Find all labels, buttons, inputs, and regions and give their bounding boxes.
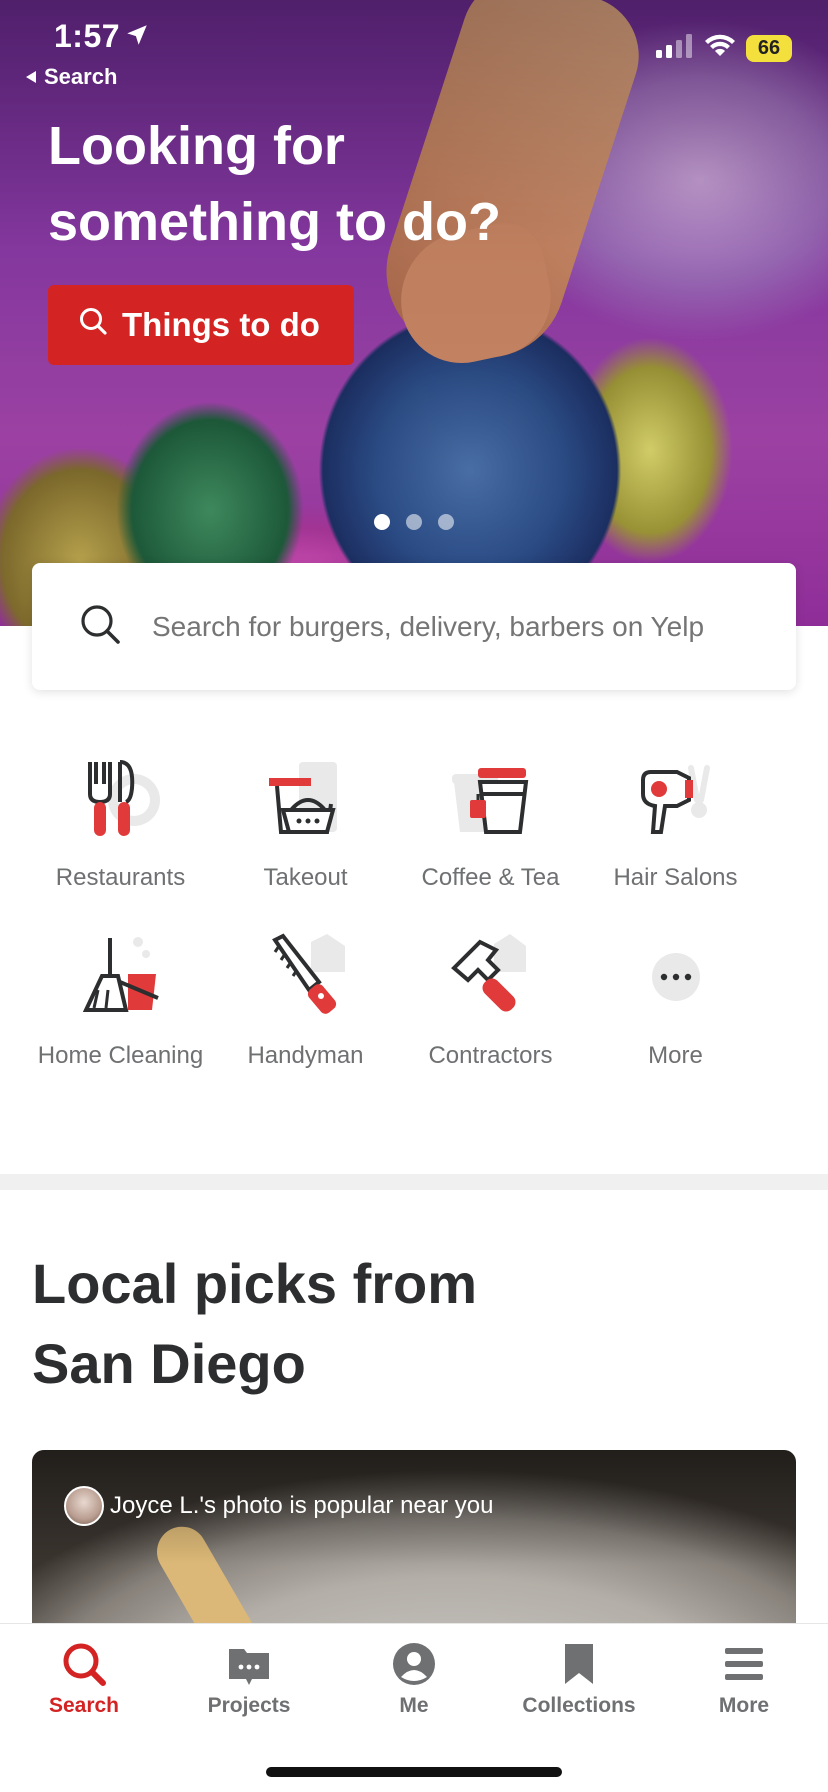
category-label: Coffee & Tea bbox=[421, 864, 560, 891]
category-label: Restaurants bbox=[55, 864, 186, 891]
category-hair-salons[interactable]: Hair Salons bbox=[583, 754, 768, 904]
carousel-dots[interactable] bbox=[374, 514, 454, 530]
tab-label: Me bbox=[399, 1694, 429, 1717]
tab-search[interactable]: Search bbox=[30, 1640, 138, 1718]
category-label: More bbox=[648, 1042, 703, 1069]
search-icon bbox=[78, 602, 122, 651]
hero-title: Looking for something to do? bbox=[48, 116, 501, 252]
signal-icon bbox=[656, 34, 694, 63]
battery-indicator: 66 bbox=[746, 35, 792, 62]
category-contractors[interactable]: Contractors bbox=[398, 932, 583, 1082]
tab-more[interactable]: More bbox=[690, 1640, 798, 1718]
location-arrow-icon bbox=[124, 22, 150, 53]
category-restaurants[interactable]: Restaurants bbox=[28, 754, 213, 904]
tab-label: Collections bbox=[522, 1694, 636, 1717]
status-time: 1:57 bbox=[54, 18, 121, 54]
category-grid: Restaurants Takeout Coffee & Tea Hair Sa… bbox=[28, 754, 800, 1082]
category-more[interactable]: More bbox=[583, 932, 768, 1082]
search-input[interactable]: Search for burgers, delivery, barbers on… bbox=[32, 563, 796, 690]
back-label: Search bbox=[44, 64, 118, 89]
category-takeout[interactable]: Takeout bbox=[213, 754, 398, 904]
popular-photo-card[interactable]: Joyce L.'s photo is popular near you bbox=[32, 1450, 796, 1640]
hammer-icon bbox=[446, 932, 536, 1022]
tab-label: More bbox=[718, 1694, 770, 1717]
tab-label: Search bbox=[48, 1694, 120, 1717]
avatar[interactable] bbox=[64, 1486, 104, 1526]
hair-dryer-icon bbox=[631, 754, 721, 844]
wifi-icon bbox=[704, 34, 736, 63]
back-triangle-icon bbox=[24, 64, 38, 90]
section-divider bbox=[0, 1174, 828, 1190]
takeout-bag-icon bbox=[261, 754, 351, 844]
projects-folder-icon bbox=[225, 1640, 273, 1688]
bookmark-icon bbox=[555, 1640, 603, 1688]
search-icon bbox=[60, 1640, 108, 1688]
carousel-dot-2[interactable] bbox=[406, 514, 422, 530]
status-bar: 1:57 Search 66 bbox=[0, 0, 828, 90]
more-dots-icon bbox=[631, 932, 721, 1022]
photo-caption: Joyce L.'s photo is popular near you bbox=[64, 1486, 493, 1526]
category-handyman[interactable]: Handyman bbox=[213, 932, 398, 1082]
home-indicator bbox=[266, 1767, 562, 1777]
saw-icon bbox=[261, 932, 351, 1022]
back-to-search-link[interactable]: Search bbox=[24, 64, 117, 90]
category-label: Home Cleaning bbox=[37, 1042, 204, 1069]
fork-knife-icon bbox=[76, 754, 166, 844]
search-placeholder: Search for burgers, delivery, barbers on… bbox=[152, 610, 705, 642]
things-to-do-label: Things to do bbox=[122, 306, 320, 343]
category-label: Hair Salons bbox=[613, 864, 738, 891]
hero-banner[interactable]: 1:57 Search 66 Looking for something to … bbox=[0, 0, 828, 626]
category-coffee-tea[interactable]: Coffee & Tea bbox=[398, 754, 583, 904]
category-home-cleaning[interactable]: Home Cleaning bbox=[28, 932, 213, 1082]
broom-icon bbox=[76, 932, 166, 1022]
category-label: Handyman bbox=[247, 1042, 364, 1069]
profile-icon bbox=[390, 1640, 438, 1688]
tab-label: Projects bbox=[207, 1694, 291, 1717]
things-to-do-button[interactable]: Things to do bbox=[48, 285, 354, 365]
category-label: Contractors bbox=[428, 1042, 553, 1069]
carousel-dot-1[interactable] bbox=[374, 514, 390, 530]
menu-icon bbox=[720, 1640, 768, 1688]
local-picks-title: Local picks from San Diego bbox=[32, 1252, 478, 1395]
coffee-cup-icon bbox=[446, 754, 536, 844]
tab-collections[interactable]: Collections bbox=[522, 1640, 636, 1718]
carousel-dot-3[interactable] bbox=[438, 514, 454, 530]
category-label: Takeout bbox=[263, 864, 348, 891]
search-icon bbox=[78, 306, 108, 344]
tab-me[interactable]: Me bbox=[360, 1640, 468, 1718]
photo-caption-text: Joyce L.'s photo is popular near you bbox=[110, 1492, 494, 1519]
tab-projects[interactable]: Projects bbox=[195, 1640, 303, 1718]
